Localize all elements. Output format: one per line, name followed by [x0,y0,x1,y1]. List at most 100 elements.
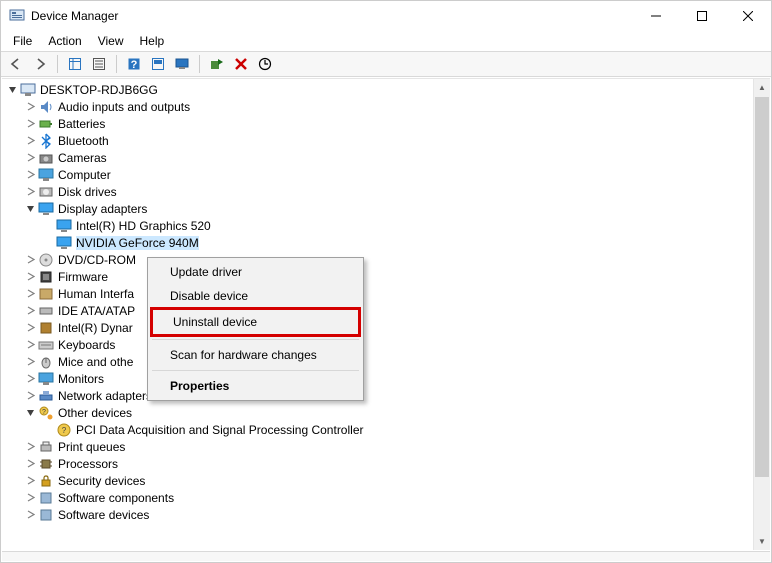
chevron-right-icon[interactable] [22,489,38,506]
tree-label: Keyboards [58,338,115,352]
dvd-icon [38,252,54,268]
keyboard-icon [38,337,54,353]
tree-item-network[interactable]: Network adapters [4,387,753,404]
tree-item-batteries[interactable]: Batteries [4,115,753,132]
chevron-right-icon[interactable] [22,98,38,115]
chevron-right-icon[interactable] [22,353,38,370]
chevron-down-icon[interactable] [4,81,20,98]
scroll-thumb[interactable] [755,97,769,477]
update-driver-button[interactable] [254,53,276,75]
tree-label: Display adapters [58,202,147,216]
chevron-right-icon[interactable] [22,268,38,285]
no-expander [40,421,56,438]
chevron-right-icon[interactable] [22,472,38,489]
tree-root[interactable]: DESKTOP-RDJB6GG [4,81,753,98]
forward-button[interactable] [29,53,51,75]
toolbar: ? [1,51,771,77]
scroll-up-button[interactable]: ▲ [754,79,770,96]
vertical-scrollbar[interactable]: ▲ ▼ [753,79,770,550]
chevron-right-icon[interactable] [22,438,38,455]
tree-item-firmware[interactable]: Firmware [4,268,753,285]
tree-label: Software devices [58,508,149,522]
chevron-right-icon[interactable] [22,506,38,523]
tree-item-mice[interactable]: Mice and othe [4,353,753,370]
chevron-right-icon[interactable] [22,302,38,319]
printer-icon [38,439,54,455]
scan-button[interactable] [147,53,169,75]
tree-item-nvidia[interactable]: NVIDIA GeForce 940M [4,234,753,251]
chevron-right-icon[interactable] [22,149,38,166]
tree-item-bluetooth[interactable]: Bluetooth [4,132,753,149]
properties-button[interactable] [88,53,110,75]
context-properties[interactable]: Properties [150,374,361,398]
chevron-right-icon[interactable] [22,183,38,200]
chevron-right-icon[interactable] [22,387,38,404]
context-disable-device[interactable]: Disable device [150,284,361,308]
menu-file[interactable]: File [5,32,40,50]
tree-label: Intel(R) Dynar [58,321,133,335]
help-button[interactable]: ? [123,53,145,75]
chevron-right-icon[interactable] [22,251,38,268]
chevron-right-icon[interactable] [22,285,38,302]
show-hide-tree-button[interactable] [64,53,86,75]
minimize-button[interactable] [633,1,679,31]
tree-item-ide[interactable]: IDE ATA/ATAP [4,302,753,319]
uninstall-button[interactable] [230,53,252,75]
close-button[interactable] [725,1,771,31]
ide-icon [38,303,54,319]
tree-item-audio[interactable]: Audio inputs and outputs [4,98,753,115]
chevron-right-icon[interactable] [22,319,38,336]
tree-item-cameras[interactable]: Cameras [4,149,753,166]
tree-item-printq[interactable]: Print queues [4,438,753,455]
scroll-down-button[interactable]: ▼ [754,533,770,550]
tree-item-hid[interactable]: Human Interfa [4,285,753,302]
tree-label: DESKTOP-RDJB6GG [40,83,158,97]
tree-item-intel-graphics[interactable]: Intel(R) HD Graphics 520 [4,217,753,234]
chevron-right-icon[interactable] [22,336,38,353]
chevron-right-icon[interactable] [22,370,38,387]
tree-item-display[interactable]: Display adapters [4,200,753,217]
tree-label: Print queues [58,440,125,454]
tree-item-disk[interactable]: Disk drives [4,183,753,200]
menu-help[interactable]: Help [132,32,173,50]
context-update-driver[interactable]: Update driver [150,260,361,284]
tree-item-other[interactable]: ? Other devices [4,404,753,421]
remote-button[interactable] [171,53,193,75]
context-scan-hardware[interactable]: Scan for hardware changes [150,343,361,367]
tree-item-computer[interactable]: Computer [4,166,753,183]
tree-label: Audio inputs and outputs [58,100,190,114]
chevron-down-icon[interactable] [22,404,38,421]
display-adapter-icon [38,201,54,217]
chevron-right-icon[interactable] [22,455,38,472]
tree-item-pci[interactable]: ? PCI Data Acquisition and Signal Proces… [4,421,753,438]
context-uninstall-device[interactable]: Uninstall device [150,307,361,337]
chevron-right-icon[interactable] [22,132,38,149]
chevron-right-icon[interactable] [22,166,38,183]
tree-item-security[interactable]: Security devices [4,472,753,489]
maximize-button[interactable] [679,1,725,31]
tree-item-keyboards[interactable]: Keyboards [4,336,753,353]
menu-action[interactable]: Action [40,32,89,50]
tree-item-monitors[interactable]: Monitors [4,370,753,387]
tree-label: Network adapters [58,389,152,403]
svg-text:?: ? [62,426,67,435]
window-title: Device Manager [31,9,118,23]
tree-item-intel-dynamic[interactable]: Intel(R) Dynar [4,319,753,336]
chevron-right-icon[interactable] [22,115,38,132]
tree-label: Disk drives [58,185,117,199]
device-tree[interactable]: DESKTOP-RDJB6GG Audio inputs and outputs… [2,79,753,550]
menu-view[interactable]: View [90,32,132,50]
tree-item-dvd[interactable]: DVD/CD-ROM [4,251,753,268]
back-button[interactable] [5,53,27,75]
tree-item-processors[interactable]: Processors [4,455,753,472]
tree-label: Intel(R) HD Graphics 520 [76,219,211,233]
tree-label: Cameras [58,151,107,165]
context-menu: Update driver Disable device Uninstall d… [147,257,364,401]
computer-icon [20,82,36,98]
tree-item-softcomp[interactable]: Software components [4,489,753,506]
tree-item-softdev[interactable]: Software devices [4,506,753,523]
chevron-down-icon[interactable] [22,200,38,217]
enable-button[interactable] [206,53,228,75]
tree-label: Firmware [58,270,108,284]
tree-label: Security devices [58,474,145,488]
